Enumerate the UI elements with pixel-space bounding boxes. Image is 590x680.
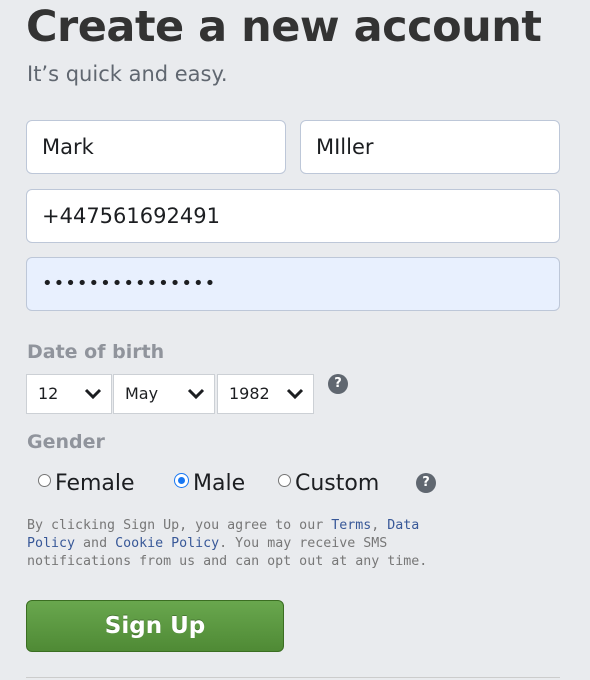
page-subtitle: It’s quick and easy. — [27, 62, 228, 86]
gender-help-icon[interactable]: ? — [416, 473, 436, 493]
cookie-policy-link[interactable]: Cookie Policy — [115, 536, 219, 551]
first-name-input[interactable]: Mark — [26, 120, 286, 174]
phone-input[interactable]: +447561692491 — [26, 189, 560, 243]
gender-option-custom[interactable]: Custom — [278, 468, 379, 498]
terms-link[interactable]: Terms — [331, 518, 371, 533]
gender-female-label: Female — [55, 470, 135, 496]
page-title: Create a new account — [26, 2, 542, 52]
sign-up-button[interactable]: Sign Up — [26, 600, 284, 652]
chevron-down-icon — [286, 388, 304, 400]
radio-custom[interactable] — [278, 473, 291, 487]
gender-option-male[interactable]: Male — [174, 468, 245, 498]
gender-label: Gender — [27, 431, 105, 453]
chevron-down-icon — [187, 388, 205, 400]
terms-text-part1: By clicking Sign Up, you agree to our — [27, 518, 332, 533]
terms-comma: , — [371, 518, 388, 533]
gender-option-female[interactable]: Female — [38, 468, 135, 498]
dob-day-value: 12 — [38, 384, 59, 403]
dob-month-select[interactable]: May — [113, 374, 215, 414]
dob-month-value: May — [125, 384, 159, 403]
password-input[interactable]: ••••••••••••••• — [26, 257, 560, 311]
dob-help-icon[interactable]: ? — [328, 374, 348, 394]
dob-label: Date of birth — [27, 341, 165, 363]
last-name-input[interactable]: MIller — [300, 120, 560, 174]
divider — [26, 677, 560, 678]
chevron-down-icon — [84, 388, 102, 400]
terms-text: By clicking Sign Up, you agree to our Te… — [27, 517, 457, 571]
radio-female[interactable] — [38, 473, 51, 487]
dob-year-select[interactable]: 1982 — [217, 374, 314, 414]
dob-year-value: 1982 — [229, 384, 270, 403]
gender-custom-label: Custom — [295, 470, 380, 496]
terms-text-part2: and — [75, 536, 116, 551]
dob-day-select[interactable]: 12 — [26, 374, 112, 414]
gender-male-label: Male — [193, 470, 246, 496]
radio-male[interactable] — [174, 472, 189, 488]
